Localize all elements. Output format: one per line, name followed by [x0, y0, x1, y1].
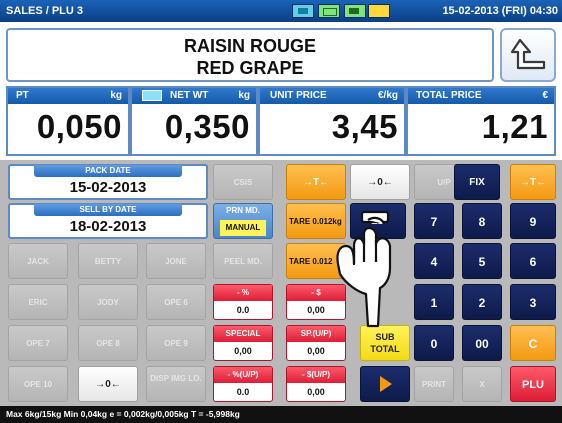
- total-price-value: 1,21: [481, 108, 548, 145]
- special-unit-price-key[interactable]: SP.(U/P) 0,00: [286, 325, 346, 361]
- product-name-panel: RAISIN ROUGE RED GRAPE: [6, 28, 494, 82]
- net-indicator: [142, 90, 162, 101]
- fix-key[interactable]: FIX: [454, 164, 500, 200]
- product-name-line1: RAISIN ROUGE: [183, 36, 316, 56]
- special-price-key[interactable]: SPECIAL 0,00: [213, 325, 273, 361]
- total-price-display: TOTAL PRICE € 1,21: [406, 86, 556, 156]
- net-label: NET WT: [170, 90, 209, 101]
- subtotal-key[interactable]: SUB TOTAL: [360, 325, 410, 361]
- operator-ope9[interactable]: OPE 9: [146, 325, 206, 361]
- discount-amount-unit-price-key[interactable]: - $(U/P) 0,00: [286, 366, 346, 402]
- label-icon: [318, 4, 340, 18]
- operator-betty[interactable]: BETTY: [78, 243, 138, 279]
- pt-display: PT kg 0,050: [6, 86, 130, 156]
- total-price-unit: €: [542, 90, 548, 101]
- discount-amount-unit-price-value: 0,00: [307, 387, 325, 397]
- product-name-line2: RED GRAPE: [196, 58, 304, 78]
- net-weight-display: NET WT kg 0,350: [130, 86, 258, 156]
- discount-percent-unit-price-label: - %(U/P): [214, 367, 272, 383]
- discount-percent-value: 0.0: [236, 305, 250, 315]
- pack-date-value: 15-02-2013: [69, 179, 147, 196]
- key-3[interactable]: 3: [510, 284, 556, 320]
- key-5[interactable]: 5: [462, 243, 502, 279]
- play-arrow-icon: [380, 376, 392, 392]
- operator-ope8[interactable]: OPE 8: [78, 325, 138, 361]
- tare-key[interactable]: →T←: [286, 164, 346, 200]
- hand-pointer-icon: [336, 210, 392, 328]
- operator-ope10[interactable]: OPE 10: [8, 366, 68, 402]
- unit-price-label: UNIT PRICE: [270, 90, 327, 101]
- operator-ope6[interactable]: OPE 6: [146, 284, 206, 320]
- key-2[interactable]: 2: [462, 284, 502, 320]
- discount-percent-unit-price-key[interactable]: - %(U/P) 0.0: [213, 366, 273, 402]
- pt-value: 0,050: [36, 108, 122, 145]
- key-00[interactable]: 00: [462, 325, 502, 361]
- unit-price-unit: €/kg: [377, 90, 398, 101]
- csis-key[interactable]: CSIS: [213, 164, 273, 200]
- total-price-label: TOTAL PRICE: [416, 90, 482, 101]
- operator-eric[interactable]: ERIC: [8, 284, 68, 320]
- play-button[interactable]: [360, 366, 410, 402]
- special-unit-price-value: 0,00: [307, 346, 325, 356]
- special-unit-price-label: SP.(U/P): [287, 326, 345, 342]
- multiply-key[interactable]: X: [462, 366, 502, 402]
- unit-price-value: 3,45: [331, 108, 398, 145]
- print-mode-value: MANUAL: [220, 220, 266, 236]
- sell-by-date-value: 18-02-2013: [69, 218, 147, 235]
- pack-date-label: PACK DATE: [34, 165, 182, 177]
- unit-price-display: UNIT PRICE €/kg 3,45: [258, 86, 406, 156]
- scale-screen: SALES / PLU 3 15-02-2013 (FRI) 04:30 RAI…: [0, 0, 562, 423]
- operator-jone[interactable]: JONE: [146, 243, 206, 279]
- special-price-value: 0,00: [234, 346, 252, 356]
- pt-unit: kg: [110, 90, 122, 101]
- zero-key-2[interactable]: →0←: [78, 366, 138, 402]
- net-value: 0,350: [164, 108, 250, 145]
- key-0[interactable]: 0: [414, 325, 454, 361]
- datetime: 15-02-2013 (FRI) 04:30: [442, 5, 558, 17]
- key-6[interactable]: 6: [510, 243, 556, 279]
- print-key[interactable]: PRINT: [414, 366, 454, 402]
- key-9[interactable]: 9: [510, 203, 556, 239]
- operator-jody[interactable]: JODY: [78, 284, 138, 320]
- plu-key[interactable]: PLU: [510, 366, 556, 402]
- battery-icon: [368, 4, 390, 18]
- mode-title: SALES / PLU 3: [6, 5, 84, 17]
- print-mode-label: PRN MD.: [226, 206, 260, 215]
- print-mode-key[interactable]: PRN MD. MANUAL: [213, 203, 273, 239]
- operator-jack[interactable]: JACK: [8, 243, 68, 279]
- display-image-key[interactable]: DISP IMG LO.: [146, 366, 206, 402]
- top-bar: SALES / PLU 3 15-02-2013 (FRI) 04:30: [0, 0, 562, 22]
- pt-label: PT: [16, 90, 29, 101]
- discount-amount-unit-price-label: - $(U/P): [287, 367, 345, 383]
- discount-percent-key[interactable]: - % 0.0: [213, 284, 273, 320]
- discount-percent-unit-price-value: 0.0: [236, 387, 250, 397]
- special-price-label: SPECIAL: [214, 326, 272, 342]
- status-bar: Max 6kg/15kg Min 0,04kg e = 0,002kg/0,00…: [0, 406, 562, 423]
- pack-date-field[interactable]: PACK DATE 15-02-2013: [8, 164, 208, 200]
- net-unit: kg: [238, 90, 250, 101]
- printer-icon: [344, 4, 366, 18]
- tare-key-2[interactable]: →T←: [510, 164, 556, 200]
- return-arrow-icon: [510, 38, 546, 70]
- peel-mode-key[interactable]: PEEL MD.: [213, 243, 273, 279]
- key-8[interactable]: 8: [462, 203, 502, 239]
- clear-key[interactable]: C: [510, 325, 556, 361]
- discount-percent-label: - %: [214, 285, 272, 301]
- sell-by-date-field[interactable]: SELL BY DATE 18-02-2013: [8, 203, 208, 239]
- network-icon: [292, 4, 314, 18]
- back-button[interactable]: [500, 28, 556, 82]
- sell-by-date-label: SELL BY DATE: [34, 204, 182, 216]
- operator-ope7[interactable]: OPE 7: [8, 325, 68, 361]
- zero-key[interactable]: →0←: [350, 164, 410, 200]
